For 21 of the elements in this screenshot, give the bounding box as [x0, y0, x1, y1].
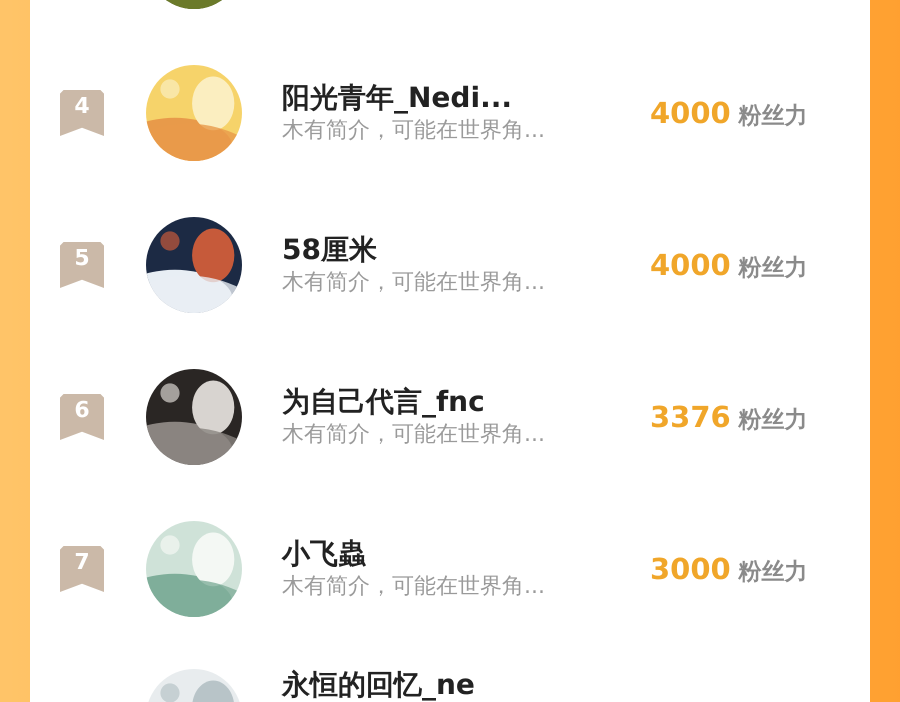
user-name: 小飞蟲: [282, 538, 367, 570]
rank-badge: 6: [60, 394, 104, 440]
score-unit: 粉丝力: [738, 102, 808, 130]
user-name: 阳光青年_Nedi...: [282, 82, 513, 114]
user-intro: 木有简介，可能在世界角...: [282, 118, 546, 144]
user-intro: 木有简介，可能在世界角...: [282, 270, 546, 296]
score-unit: 粉丝力: [738, 558, 808, 586]
rank-badge: 7: [60, 546, 104, 592]
user-intro: 木有简介，可能在世界角...: [282, 422, 546, 448]
user-name: 为自己代言_fnc: [282, 386, 486, 418]
fan-score: 4000: [650, 96, 731, 130]
user-intro: 木有简介，可能在世界角...: [282, 574, 546, 600]
fan-score: 3376: [650, 400, 731, 434]
rank-badge: 4: [60, 90, 104, 136]
fan-score: 3000: [650, 552, 731, 586]
score-unit: 粉丝力: [738, 254, 808, 282]
user-name: 永恒的回忆_ne: [282, 669, 476, 702]
rank-badge: 5: [60, 242, 104, 288]
score-unit: 粉丝力: [738, 406, 808, 434]
user-name: 58厘米: [282, 234, 378, 266]
fan-score: 4000: [650, 248, 731, 282]
